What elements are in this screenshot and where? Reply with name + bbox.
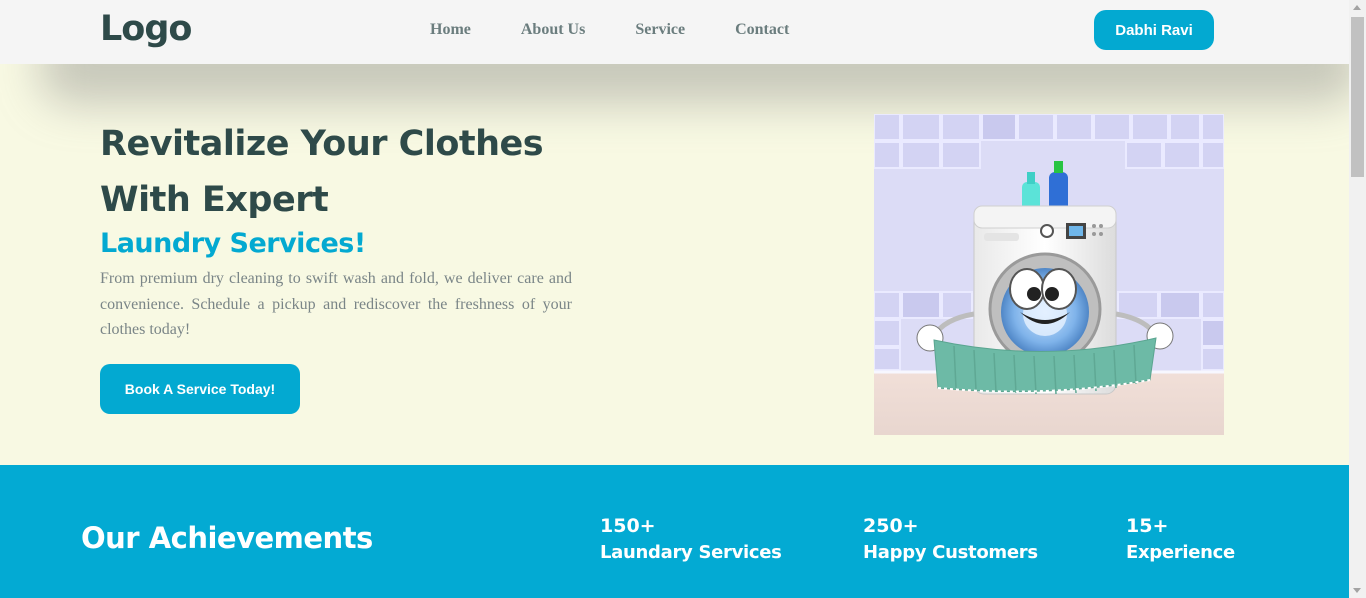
- washing-machine-illustration: [874, 114, 1224, 435]
- stat-laundary-services: 150+ Laundary Services: [600, 514, 782, 568]
- user-profile-button[interactable]: Dabhi Ravi: [1094, 10, 1214, 50]
- hero-section: Revitalize Your Clothes With Expert Laun…: [0, 64, 1349, 465]
- hero-title: Revitalize Your Clothes With Expert: [100, 116, 620, 228]
- nav-about-us[interactable]: About Us: [521, 20, 585, 40]
- stat-label: Laundary Services: [600, 542, 782, 563]
- stat-label: Experience: [1126, 542, 1235, 563]
- hero-subtitle: Laundry Services!: [100, 228, 366, 259]
- stat-label: Happy Customers: [863, 542, 1038, 563]
- achievements-section: Our Achievements 150+ Laundary Services …: [0, 465, 1349, 598]
- page-scrollbar[interactable]: [1349, 0, 1366, 598]
- scroll-up-icon[interactable]: [1353, 5, 1361, 10]
- scrollbar-thumb[interactable]: [1351, 17, 1364, 177]
- stat-value: 250+: [863, 515, 919, 537]
- nav-service[interactable]: Service: [635, 20, 685, 40]
- site-header: Logo Home About Us Service Contact Dabhi…: [0, 0, 1349, 64]
- main-nav: Home About Us Service Contact: [430, 20, 839, 40]
- achievements-title: Our Achievements: [81, 521, 373, 555]
- logo[interactable]: Logo: [100, 9, 192, 49]
- book-service-button[interactable]: Book A Service Today!: [100, 364, 300, 414]
- stat-value: 15+: [1126, 515, 1169, 537]
- nav-contact[interactable]: Contact: [735, 20, 789, 40]
- stat-experience: 15+ Experience: [1126, 514, 1235, 568]
- stat-value: 150+: [600, 515, 656, 537]
- stat-happy-customers: 250+ Happy Customers: [863, 514, 1038, 568]
- hero-title-line1: Revitalize Your Clothes: [100, 124, 544, 164]
- scroll-down-icon[interactable]: [1353, 588, 1361, 593]
- nav-home[interactable]: Home: [430, 20, 471, 40]
- header-shadow: [40, 64, 1349, 104]
- hero-description: From premium dry cleaning to swift wash …: [100, 270, 572, 338]
- hero-title-line2: With Expert: [100, 180, 329, 220]
